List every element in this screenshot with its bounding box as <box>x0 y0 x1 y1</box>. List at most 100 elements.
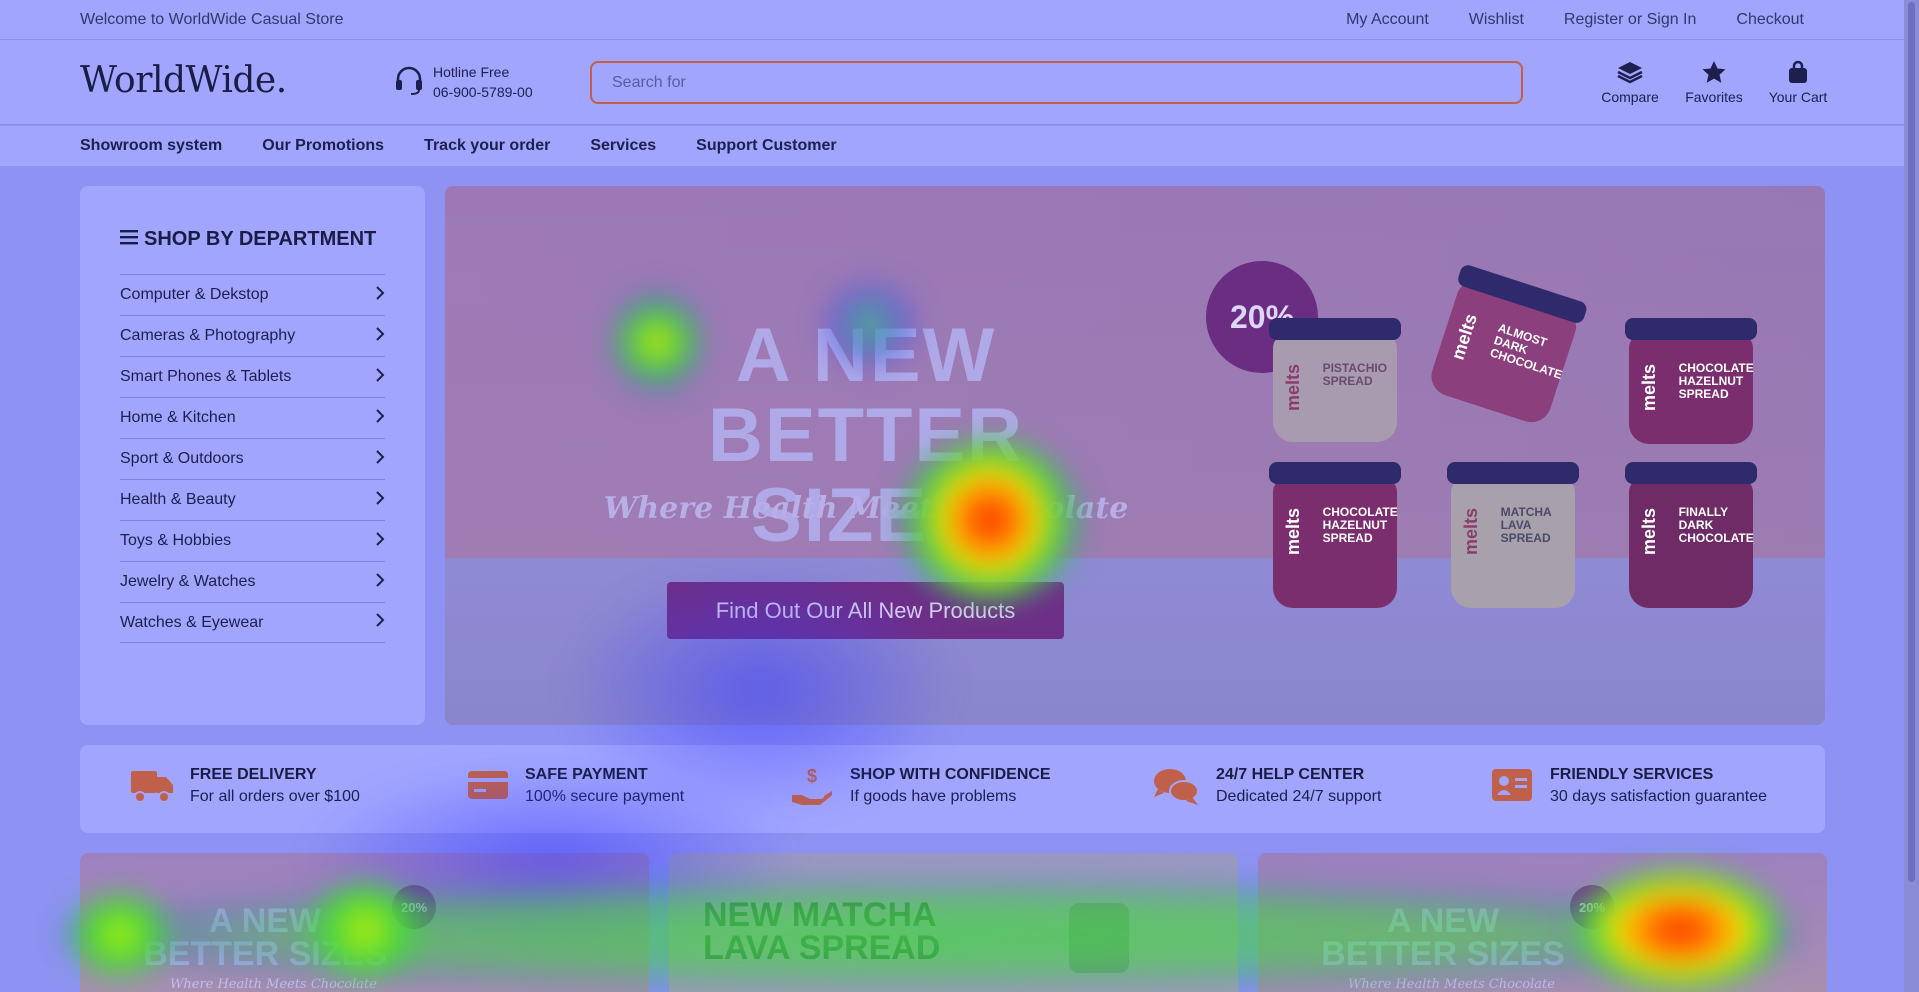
search-input[interactable] <box>612 73 1501 92</box>
id-card-icon <box>1490 765 1534 810</box>
feature-confidence: $ SHOP WITH CONFIDENCE If goods have prob… <box>790 765 1051 814</box>
feature-help-center: 24/7 HELP CENTER Dedicated 24/7 support <box>1152 765 1381 812</box>
promo-banner[interactable]: A NEW BETTER SIZES Where Health Meets Cho… <box>80 853 649 992</box>
scrollbar-thumb[interactable] <box>1908 2 1915 882</box>
chevron-right-icon <box>375 490 385 510</box>
feature-title: SHOP WITH CONFIDENCE <box>850 766 1051 783</box>
main-nav: Showroom system Our Promotions Track you… <box>0 126 1904 166</box>
hotline: Hotline Free 06-900-5789-00 <box>393 62 533 102</box>
top-bar: Welcome to WorldWide Casual Store My Acc… <box>0 0 1904 40</box>
hero-heading-line2: BETTER SIZES <box>708 393 1024 558</box>
chat-bubbles-icon <box>1152 765 1200 812</box>
department-item-label: Smart Phones & Tablets <box>120 368 292 385</box>
department-item[interactable]: Computer & Dekstop <box>120 274 385 315</box>
department-item[interactable]: Jewelry & Watches <box>120 561 385 602</box>
department-item-label: Watches & Eyewear <box>120 613 264 631</box>
banner-line2: LAVA SPREAD <box>703 929 941 967</box>
nav-support[interactable]: Support Customer <box>696 137 836 155</box>
jar-label: MATCHA LAVA SPREAD <box>1500 505 1552 545</box>
product-jar: melts CHOCOLATE HAZELNUT SPREAD <box>1625 318 1757 444</box>
feature-desc: 30 days satisfaction guarantee <box>1550 788 1768 805</box>
banner-badge: 20% <box>392 885 436 929</box>
favorites-label: Favorites <box>1685 89 1743 105</box>
cart-button[interactable]: Your Cart <box>1768 60 1828 105</box>
jar-label: CHOCOLATE HAZELNUT SPREAD <box>1322 505 1398 545</box>
feature-friendly-services: FRIENDLY SERVICES 30 days satisfaction gu… <box>1490 765 1767 810</box>
compare-button[interactable]: Compare <box>1600 60 1660 105</box>
menu-icon <box>120 228 138 251</box>
wishlist-link[interactable]: Wishlist <box>1469 11 1524 29</box>
chevron-right-icon <box>375 531 385 551</box>
jar-brand: melts <box>1461 508 1481 556</box>
department-item[interactable]: Cameras & Photography <box>120 315 385 356</box>
nav-promotions[interactable]: Our Promotions <box>262 137 384 155</box>
department-sidebar: SHOP BY DEPARTMENT Computer & Dekstop Ca… <box>80 186 425 725</box>
checkout-link[interactable]: Checkout <box>1736 11 1804 29</box>
department-item-label: Sport & Outdoors <box>120 450 244 467</box>
truck-icon <box>130 765 174 810</box>
nav-services[interactable]: Services <box>590 137 656 155</box>
feature-title: FRIENDLY SERVICES <box>1550 766 1714 783</box>
department-item-label: Computer & Dekstop <box>120 286 269 303</box>
compare-label: Compare <box>1601 89 1659 105</box>
jar-label: CHOCOLATE HAZELNUT SPREAD <box>1678 361 1754 401</box>
page-scrollbar[interactable] <box>1904 0 1919 992</box>
banner-line1: NEW MATCHA <box>703 896 937 934</box>
feature-title: 24/7 HELP CENTER <box>1216 766 1365 783</box>
feature-desc: If goods have problems <box>850 788 1017 805</box>
cart-label: Your Cart <box>1768 89 1828 105</box>
jar-brand: melts <box>1639 508 1659 556</box>
feature-title: FREE DELIVERY <box>190 766 317 783</box>
department-item[interactable]: Sport & Outdoors <box>120 438 385 479</box>
nav-track-order[interactable]: Track your order <box>424 137 550 155</box>
feature-free-delivery: FREE DELIVERY For all orders over $100 <box>130 765 360 810</box>
feature-desc: For all orders over $100 <box>190 788 360 805</box>
department-item[interactable]: Health & Beauty <box>120 479 385 520</box>
top-links: My Account Wishlist Register or Sign In … <box>1346 11 1804 29</box>
star-icon <box>1701 60 1727 89</box>
hand-dollar-icon: $ <box>790 765 834 814</box>
jar-label: PISTACHIO SPREAD <box>1322 361 1388 388</box>
headset-icon <box>393 64 425 101</box>
department-item-label: Home & Kitchen <box>120 409 236 426</box>
nav-showroom[interactable]: Showroom system <box>80 137 222 155</box>
welcome-text: Welcome to WorldWide Casual Store <box>80 11 344 28</box>
feature-strip: FREE DELIVERY For all orders over $100 SA… <box>80 745 1825 833</box>
jar-brand: melts <box>1639 364 1659 412</box>
department-item[interactable]: Smart Phones & Tablets <box>120 356 385 397</box>
jar-label: ALMOST DARK CHOCOLATE <box>1488 320 1565 382</box>
banner-line1: A NEW <box>208 902 322 940</box>
hero-tagline: Where Health Meets Chocolate <box>603 491 1129 526</box>
department-title-text: SHOP BY DEPARTMENT <box>144 228 377 250</box>
promo-banner[interactable]: A NEW BETTER SIZES Where Health Meets Cho… <box>1258 853 1827 992</box>
header-actions: Compare Favorites Your Cart <box>1600 60 1828 105</box>
banner-subtitle: Where Health Meets Chocolate <box>1348 977 1555 992</box>
layers-icon <box>1616 60 1644 89</box>
bag-icon <box>1786 60 1810 89</box>
chevron-right-icon <box>375 326 385 346</box>
hero-cta-button[interactable]: Find Out Our All New Products <box>667 582 1064 639</box>
department-item[interactable]: Home & Kitchen <box>120 397 385 438</box>
site-logo[interactable]: WorldWide. <box>80 60 287 101</box>
hotline-number[interactable]: 06-900-5789-00 <box>433 82 533 102</box>
product-jar: melts CHOCOLATE HAZELNUT SPREAD <box>1269 462 1401 608</box>
department-item[interactable]: Toys & Hobbies <box>120 520 385 561</box>
my-account-link[interactable]: My Account <box>1346 11 1429 29</box>
svg-text:$: $ <box>807 766 817 786</box>
promo-banner[interactable]: NEW MATCHA LAVA SPREAD <box>669 853 1238 992</box>
product-jar: melts PISTACHIO SPREAD <box>1269 318 1401 442</box>
banner-subtitle: Where Health Meets Chocolate <box>170 977 377 992</box>
feature-title: SAFE PAYMENT <box>525 766 648 783</box>
department-item-label: Toys & Hobbies <box>120 532 232 549</box>
chevron-right-icon <box>375 367 385 387</box>
chevron-right-icon <box>375 285 385 305</box>
hero-banner[interactable]: A NEW BETTER SIZES Where Health Meets Ch… <box>445 186 1825 725</box>
favorites-button[interactable]: Favorites <box>1684 60 1744 105</box>
department-list: Computer & Dekstop Cameras & Photography… <box>120 274 385 643</box>
register-signin-link[interactable]: Register or Sign In <box>1564 11 1697 29</box>
search-box[interactable] <box>590 61 1523 104</box>
department-item[interactable]: Watches & Eyewear <box>120 602 385 643</box>
header: WorldWide. Hotline Free 06-900-5789-00 C… <box>0 40 1904 125</box>
hero-heading-line1: A NEW <box>735 313 997 398</box>
department-item-label: Health & Beauty <box>120 491 236 508</box>
